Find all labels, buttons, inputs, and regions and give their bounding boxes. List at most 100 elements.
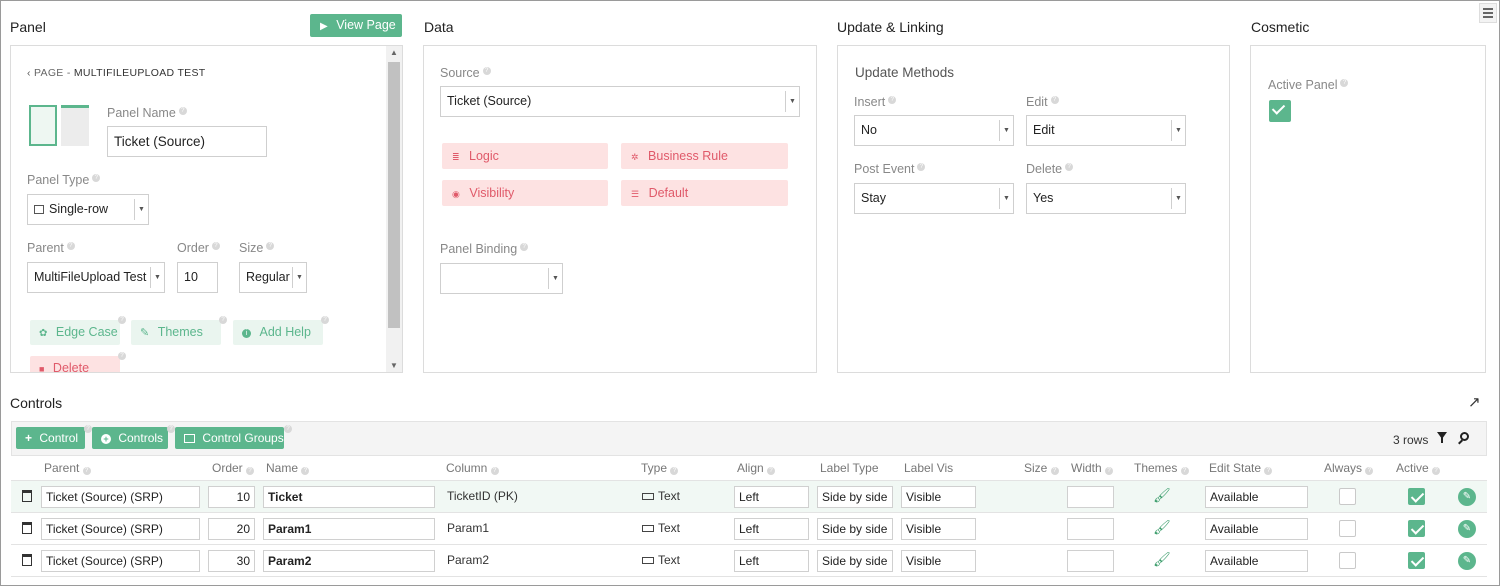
col-header-size[interactable]: Size ?: [1024, 461, 1059, 475]
label-vis-cell[interactable]: Visible: [901, 550, 976, 572]
col-header-parent[interactable]: Parent ?: [44, 461, 91, 475]
scroll-down-arrow[interactable]: ▼: [390, 361, 398, 370]
label-type-cell[interactable]: Side by side: [817, 550, 893, 572]
panel-name-input[interactable]: Ticket (Source): [107, 126, 267, 157]
align-cell[interactable]: Left: [734, 518, 809, 540]
add-help-button[interactable]: i Add Help ?: [233, 316, 329, 345]
col-header-type[interactable]: Type ?: [641, 461, 679, 475]
delete-panel-button[interactable]: ■ Delete ?: [30, 352, 126, 372]
col-header-name[interactable]: Name ?: [266, 461, 310, 475]
view-page-button[interactable]: ▶ View Page: [310, 14, 402, 37]
align-cell[interactable]: Left: [734, 486, 809, 508]
delete-select[interactable]: Yes ▼: [1026, 183, 1186, 214]
label-vis-cell[interactable]: Visible: [901, 486, 976, 508]
label-type-cell[interactable]: Side by side: [817, 486, 893, 508]
col-header-align[interactable]: Align ?: [737, 461, 776, 475]
active-checkbox[interactable]: [1408, 552, 1425, 569]
active-checkbox[interactable]: [1408, 520, 1425, 537]
parent-cell[interactable]: Ticket (Source) (SRP): [41, 550, 200, 572]
trash-icon[interactable]: [22, 490, 32, 502]
type-cell: Text: [658, 489, 681, 503]
trash-icon[interactable]: [22, 522, 32, 534]
edge-case-button[interactable]: ✿ Edge Case ?: [30, 316, 126, 345]
edit-pencil-icon[interactable]: ✎: [1458, 552, 1476, 570]
col-header-label-vis[interactable]: Label Vis: [904, 461, 953, 475]
col-header-edit-state[interactable]: Edit State ?: [1209, 461, 1273, 475]
col-header-label-type[interactable]: Label Type: [820, 461, 879, 475]
name-cell[interactable]: Param1: [263, 518, 435, 540]
always-checkbox[interactable]: [1339, 552, 1356, 569]
order-input[interactable]: 10: [177, 262, 218, 293]
scroll-thumb[interactable]: [388, 62, 400, 328]
type-cell: Text: [658, 521, 681, 535]
parent-select[interactable]: MultiFileUpload Test ▼: [27, 262, 165, 293]
expand-icon[interactable]: ↗: [1468, 393, 1481, 411]
menu-stack-icon[interactable]: [1479, 3, 1497, 23]
order-cell[interactable]: 30: [208, 550, 255, 572]
order-cell[interactable]: 10: [208, 486, 255, 508]
text-type-icon: [642, 557, 654, 564]
order-cell[interactable]: 20: [208, 518, 255, 540]
add-control-button[interactable]: + Control: [16, 427, 85, 449]
breadcrumb[interactable]: ‹ PAGE - MULTIFILEUPLOAD TEST: [27, 67, 206, 79]
col-header-always[interactable]: Always ?: [1324, 461, 1374, 475]
brush-icon[interactable]: 🖌: [1153, 519, 1171, 536]
width-cell[interactable]: [1067, 486, 1114, 508]
logic-button[interactable]: ≣ Logic: [442, 143, 608, 169]
edit-state-cell[interactable]: Available: [1205, 486, 1308, 508]
post-event-label: Post Event?: [854, 162, 926, 176]
col-header-column[interactable]: Column ?: [446, 461, 499, 475]
col-header-active[interactable]: Active ?: [1396, 461, 1441, 475]
business-rule-button[interactable]: ✲ Business Rule: [621, 143, 788, 169]
themes-button[interactable]: ✎ Themes ?: [131, 316, 227, 345]
add-controls-button[interactable]: + Controls: [92, 427, 168, 449]
edit-pencil-icon[interactable]: ✎: [1458, 488, 1476, 506]
parent-cell[interactable]: Ticket (Source) (SRP): [41, 518, 200, 540]
post-event-select[interactable]: Stay ▼: [854, 183, 1014, 214]
panel-scrollbar[interactable]: ▲ ▼: [386, 46, 402, 372]
columns-icon: [184, 434, 195, 443]
visibility-button[interactable]: ◉ Visibility: [442, 180, 608, 206]
business-rule-label: Business Rule: [648, 149, 728, 163]
active-checkbox[interactable]: [1408, 488, 1425, 505]
width-cell[interactable]: [1067, 518, 1114, 540]
plus-icon: +: [25, 431, 33, 445]
always-checkbox[interactable]: [1339, 488, 1356, 505]
control-groups-button[interactable]: Control Groups: [175, 427, 284, 449]
edit-pencil-icon[interactable]: ✎: [1458, 520, 1476, 538]
panel-binding-label: Panel Binding?: [440, 242, 529, 256]
scroll-up-arrow[interactable]: ▲: [390, 48, 398, 57]
name-cell[interactable]: Ticket: [263, 486, 435, 508]
edit-select[interactable]: Edit ▼: [1026, 115, 1186, 146]
gear-icon: ✿: [39, 328, 48, 339]
col-header-width[interactable]: Width ?: [1071, 461, 1114, 475]
edit-state-cell[interactable]: Available: [1205, 550, 1308, 572]
size-label: Size?: [239, 241, 275, 255]
brush-icon[interactable]: 🖌: [1153, 487, 1171, 504]
edit-label: Edit?: [1026, 95, 1059, 109]
name-cell[interactable]: Param2: [263, 550, 435, 572]
col-header-order[interactable]: Order ?: [212, 461, 255, 475]
column-cell: Param2: [447, 553, 490, 567]
trash-icon[interactable]: [22, 554, 32, 566]
edit-state-cell[interactable]: Available: [1205, 518, 1308, 540]
size-select[interactable]: Regular ▼: [239, 262, 307, 293]
source-select[interactable]: Ticket (Source) ▼: [440, 86, 800, 117]
col-header-themes[interactable]: Themes ?: [1134, 461, 1189, 475]
panel-type-select[interactable]: Single-row ▼: [27, 194, 149, 225]
panel-binding-select[interactable]: ▼: [440, 263, 563, 294]
default-button[interactable]: ☰ Default: [621, 180, 788, 206]
database-icon: ≣: [452, 152, 460, 162]
label-vis-cell[interactable]: Visible: [901, 518, 976, 540]
label-type-cell[interactable]: Side by side: [817, 518, 893, 540]
align-cell[interactable]: Left: [734, 550, 809, 572]
always-checkbox[interactable]: [1339, 520, 1356, 537]
active-panel-checkbox[interactable]: [1269, 100, 1291, 122]
parent-cell[interactable]: Ticket (Source) (SRP): [41, 486, 200, 508]
insert-select[interactable]: No ▼: [854, 115, 1014, 146]
brush-icon[interactable]: 🖌: [1153, 551, 1171, 568]
width-cell[interactable]: [1067, 550, 1114, 572]
breadcrumb-page-name: MULTIFILEUPLOAD TEST: [73, 67, 206, 79]
type-cell: Text: [658, 553, 681, 567]
chevron-down-icon: ▼: [999, 120, 1013, 141]
